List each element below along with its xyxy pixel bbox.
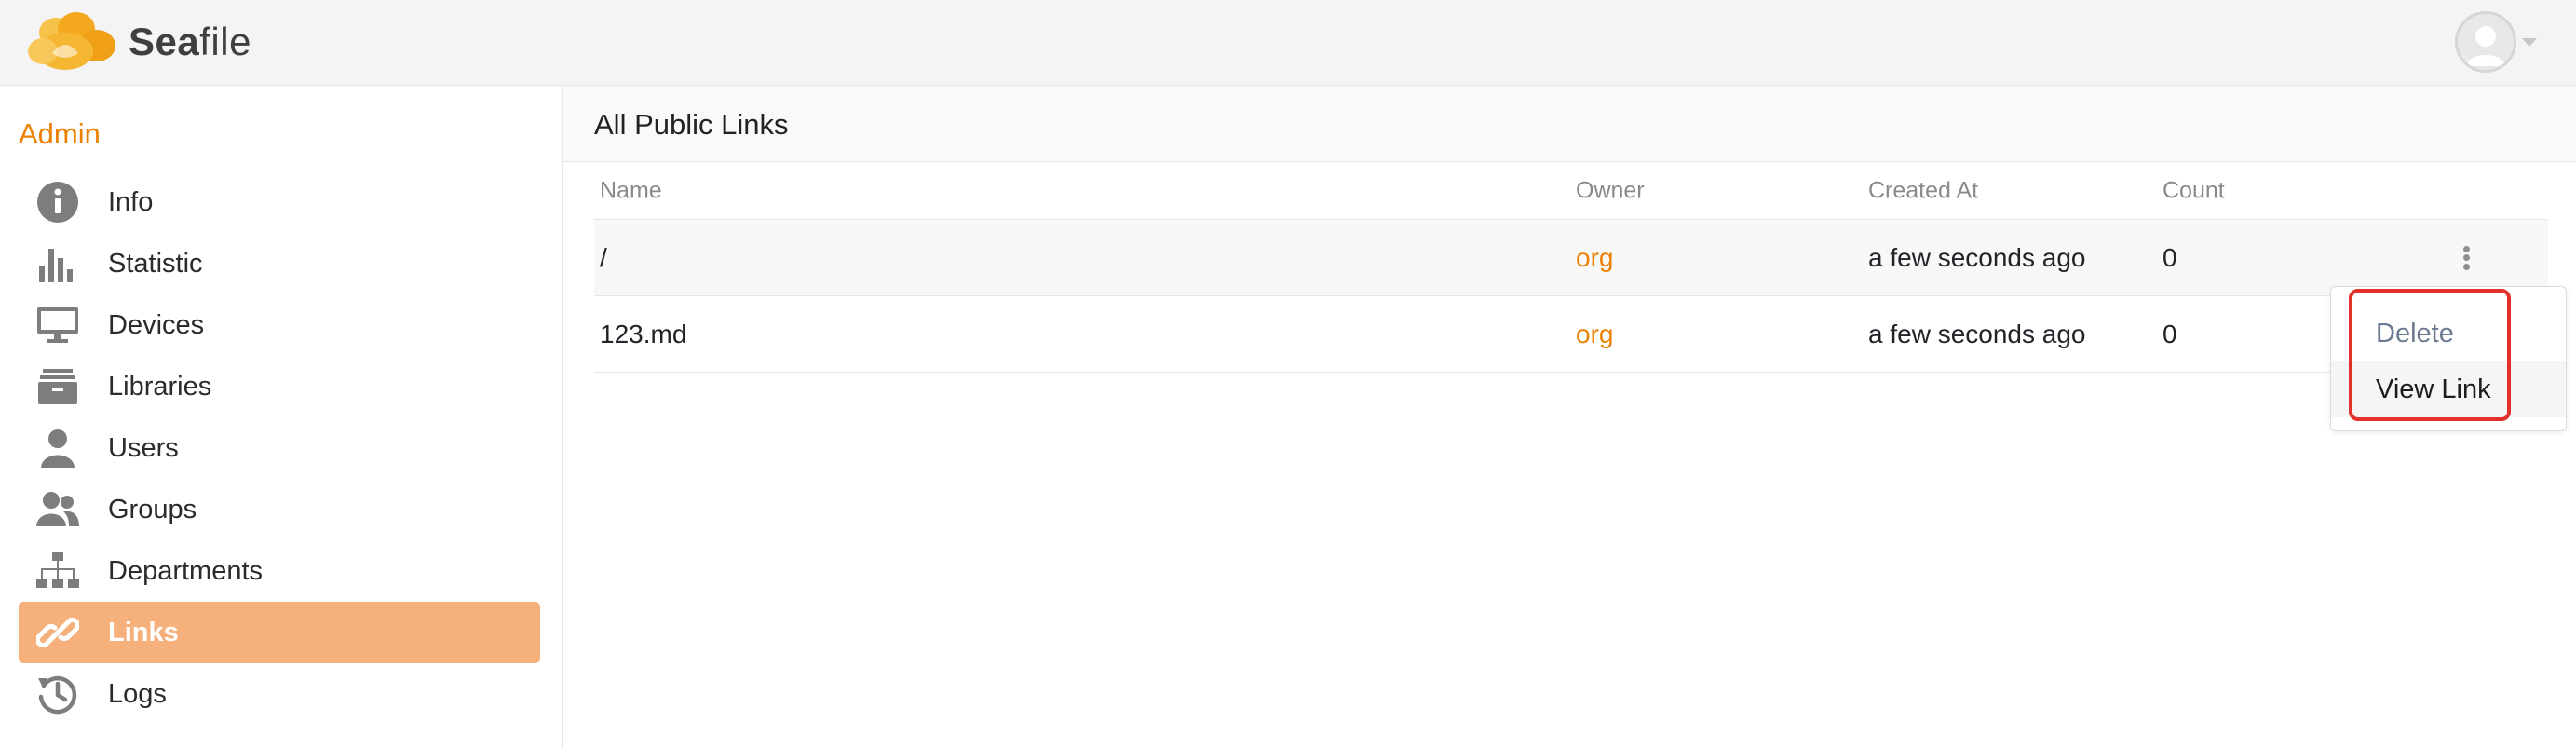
sidebar-item-label: Groups (108, 494, 197, 524)
sidebar-item-label: Devices (108, 309, 205, 340)
column-header-created-at[interactable]: Created At (1868, 177, 1978, 204)
table-row[interactable]: / org a few seconds ago 0 (594, 220, 2548, 296)
sidebar-item-label: Libraries (108, 371, 212, 402)
seafile-logo[interactable]: Seafile (24, 9, 251, 75)
view-count: 0 (2162, 242, 2177, 272)
sidebar-item-label: Info (108, 186, 154, 217)
column-header-name[interactable]: Name (600, 177, 662, 204)
user-menu[interactable] (2455, 11, 2537, 73)
main-content: All Public Links Name Owner Created At C… (563, 86, 2576, 749)
sidebar-item-statistic[interactable]: Statistic (19, 233, 540, 294)
owner-link[interactable]: org (1576, 320, 1613, 349)
view-count: 0 (2162, 319, 2177, 348)
sidebar-item-links[interactable]: Links (19, 602, 540, 663)
sidebar-title: Admin (19, 117, 101, 150)
default-user-icon (2466, 26, 2505, 66)
column-header-count[interactable]: Count (2162, 177, 2225, 204)
archive-box-icon (34, 362, 82, 411)
links-table: Name Owner Created At Count / org a few … (594, 162, 2548, 373)
page-title: All Public Links (594, 108, 789, 141)
sidebar-item-groups[interactable]: Groups (19, 479, 540, 540)
sidebar-item-devices[interactable]: Devices (19, 294, 540, 356)
created-at: a few seconds ago (1868, 242, 2086, 272)
page-header: All Public Links (563, 86, 2576, 162)
sidebar-item-label: Users (108, 432, 179, 463)
sidebar-item-libraries[interactable]: Libraries (19, 356, 540, 417)
sidebar-item-logs[interactable]: Logs (19, 663, 540, 725)
sidebar-nav: Info Statistic Devices Libraries Users G… (19, 171, 540, 725)
org-chart-icon (34, 547, 82, 595)
admin-sidebar: Admin Info Statistic Devices Libraries U… (0, 86, 563, 749)
delete-menu-item[interactable]: Delete (2331, 306, 2566, 361)
view-link-menu-item[interactable]: View Link (2331, 361, 2566, 417)
chevron-down-icon[interactable] (2522, 37, 2537, 47)
table-row[interactable]: 123.md org a few seconds ago 0 (594, 296, 2548, 373)
sidebar-item-label: Logs (108, 678, 167, 709)
link-name[interactable]: / (600, 243, 607, 273)
link-icon (34, 608, 82, 657)
bar-chart-icon (34, 239, 82, 288)
sidebar-item-label: Statistic (108, 248, 203, 279)
sidebar-item-departments[interactable]: Departments (19, 540, 540, 602)
owner-link[interactable]: org (1576, 243, 1613, 273)
sidebar-item-label: Departments (108, 555, 264, 586)
link-name[interactable]: 123.md (600, 320, 686, 349)
sidebar-item-users[interactable]: Users (19, 417, 540, 479)
user-icon (34, 424, 82, 472)
users-group-icon (34, 485, 82, 534)
created-at: a few seconds ago (1868, 319, 2086, 348)
table-header-row: Name Owner Created At Count (594, 162, 2548, 220)
avatar[interactable] (2455, 11, 2516, 73)
more-options-icon[interactable] (2457, 242, 2475, 274)
top-header: Seafile (0, 0, 2576, 86)
sidebar-item-label: Links (108, 617, 179, 647)
sidebar-item-info[interactable]: Info (19, 171, 540, 233)
column-header-owner[interactable]: Owner (1576, 177, 1645, 204)
info-icon (34, 178, 82, 226)
history-icon (34, 670, 82, 718)
row-actions-menu: Delete View Link (2330, 286, 2567, 431)
cloud-logo-icon (28, 12, 115, 70)
monitor-icon (34, 301, 82, 349)
logo-text: Seafile (129, 20, 251, 63)
